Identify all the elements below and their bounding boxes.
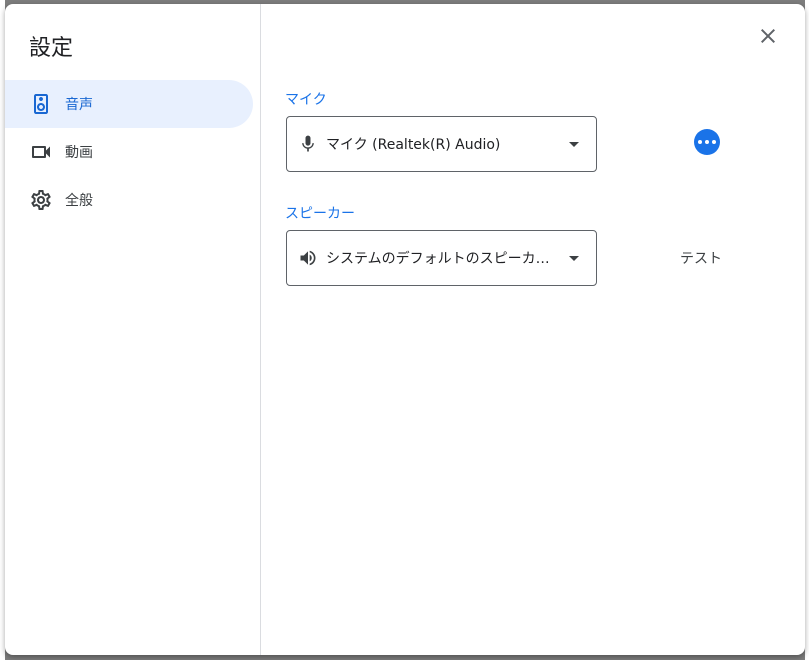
nav-item-general[interactable]: 全般: [5, 176, 253, 224]
speaker-icon: [29, 92, 53, 116]
mic-select[interactable]: マイク (Realtek(R) Audio): [286, 116, 597, 172]
volume-icon: [298, 248, 318, 268]
nav-item-audio[interactable]: 音声: [5, 80, 253, 128]
speaker-select[interactable]: システムのデフォルトのスピーカー (Realtek(R) Audio): [286, 230, 597, 286]
close-icon: [761, 29, 775, 43]
chevron-down-icon: [562, 132, 586, 156]
mic-icon: [298, 134, 318, 154]
speaker-test-button[interactable]: テスト: [669, 240, 733, 276]
mic-section-label: マイク: [285, 92, 327, 108]
close-button[interactable]: [756, 24, 780, 48]
nav-item-label: 全般: [65, 193, 93, 209]
mic-more-options-button[interactable]: [694, 129, 720, 155]
videocam-icon: [29, 140, 53, 164]
dialog-title: 設定: [29, 36, 74, 61]
chevron-down-icon: [562, 246, 586, 270]
speaker-select-value: システムのデフォルトのスピーカー (Realtek(R) Audio): [326, 251, 558, 267]
mic-select-value: マイク (Realtek(R) Audio): [326, 137, 501, 153]
background-page-right: [805, 0, 809, 660]
nav-item-label: 動画: [65, 145, 93, 161]
settings-dialog: 設定 音声 動画 全般 マイク マイク (Realtek(R) Audio) ス…: [5, 4, 805, 655]
nav-item-video[interactable]: 動画: [5, 128, 253, 176]
nav-item-label: 音声: [65, 97, 93, 113]
more-horiz-icon: [698, 140, 702, 144]
gear-icon: [29, 188, 53, 212]
settings-sidebar: 設定 音声 動画 全般: [5, 4, 261, 655]
speaker-section-label: スピーカー: [285, 206, 355, 222]
settings-nav: 音声 動画 全般: [5, 80, 253, 224]
